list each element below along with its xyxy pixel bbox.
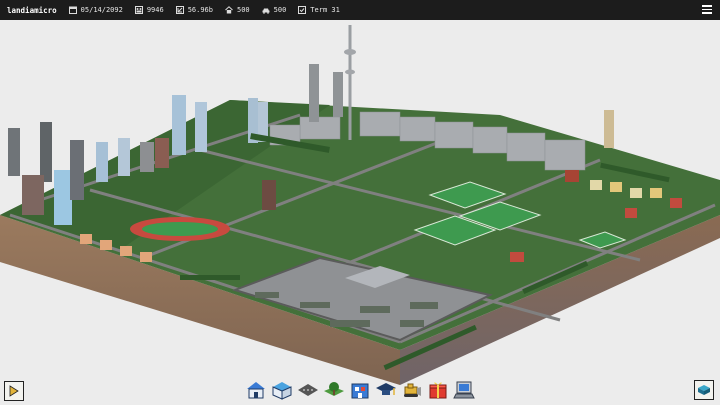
build-toolbar bbox=[244, 378, 475, 402]
tree-icon bbox=[323, 382, 344, 396]
funds-stat: 56.96b bbox=[175, 6, 213, 14]
race-track-infield bbox=[142, 222, 218, 236]
gift-icon bbox=[429, 382, 446, 399]
city-viewport[interactable] bbox=[0, 20, 720, 405]
money-icon bbox=[175, 6, 184, 14]
date-stat: 05/14/2092 bbox=[68, 6, 123, 14]
park-tool[interactable] bbox=[322, 378, 345, 402]
vehicles-stat: 500 bbox=[262, 6, 287, 14]
gift-tool[interactable] bbox=[426, 378, 449, 402]
term-value: Term 31 bbox=[310, 6, 340, 14]
road-icon bbox=[297, 384, 318, 396]
car-icon bbox=[262, 8, 270, 14]
right-tower bbox=[604, 110, 614, 148]
shop-icon bbox=[272, 382, 291, 400]
house-icon bbox=[225, 6, 233, 14]
bulldoze-tool[interactable] bbox=[400, 378, 423, 402]
vehicles-value: 500 bbox=[273, 6, 287, 14]
ballot-icon bbox=[298, 6, 307, 14]
computer-icon bbox=[452, 381, 475, 399]
road-tool[interactable] bbox=[296, 378, 319, 402]
top-bar: landiamicro 05/14/2092 9946 56.96b 500 5… bbox=[0, 0, 720, 20]
population-value: 9946 bbox=[146, 6, 164, 14]
date-value: 05/14/2092 bbox=[80, 6, 123, 14]
play-button[interactable] bbox=[4, 381, 24, 401]
term-stat: Term 31 bbox=[298, 6, 340, 14]
school-icon bbox=[351, 383, 368, 399]
houses-value: 500 bbox=[236, 6, 250, 14]
population-icon bbox=[134, 6, 143, 14]
funds-value: 56.96b bbox=[187, 6, 213, 14]
graduation-cap-icon bbox=[375, 383, 396, 395]
population-stat: 9946 bbox=[134, 6, 164, 14]
map-overview-icon bbox=[698, 385, 710, 395]
bulldozer-icon bbox=[403, 383, 421, 397]
commercial-tool[interactable] bbox=[270, 378, 293, 402]
graduation-tool[interactable] bbox=[374, 378, 397, 402]
education-tool[interactable] bbox=[348, 378, 371, 402]
hamburger-menu-icon[interactable] bbox=[702, 5, 712, 15]
house-blue-icon bbox=[246, 382, 265, 399]
computer-tool[interactable] bbox=[452, 378, 475, 402]
play-icon bbox=[9, 385, 19, 397]
map-overview-button[interactable] bbox=[694, 380, 714, 400]
residential-tool[interactable] bbox=[244, 378, 267, 402]
houses-stat: 500 bbox=[225, 6, 250, 14]
calendar-icon bbox=[68, 6, 77, 14]
app-title: landiamicro bbox=[7, 5, 57, 15]
